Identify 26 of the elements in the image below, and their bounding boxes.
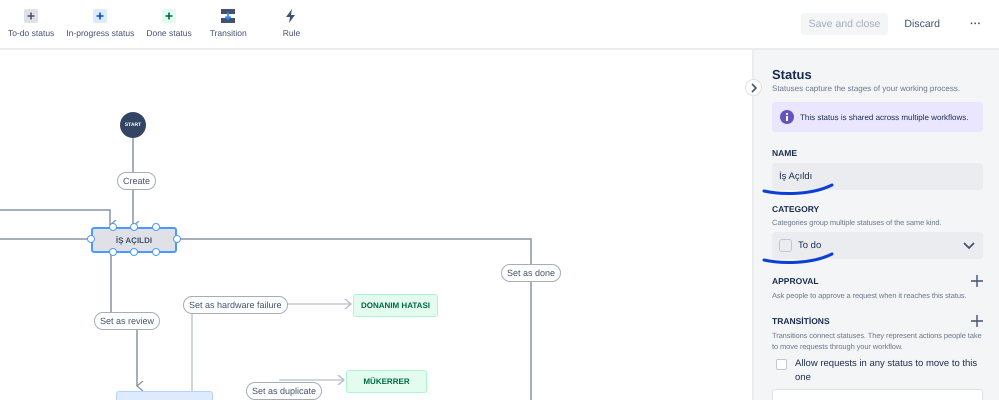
toolbar-button[interactable]: Done status: [144, 0, 194, 38]
field-label: CATEGORY: [772, 204, 820, 214]
panel-title: Status: [772, 67, 813, 83]
transition-label[interactable]: Set as hardware failure: [183, 296, 288, 314]
toolbar-button[interactable]: Transition: [208, 0, 249, 38]
name-field[interactable]: İş Açıldı: [772, 163, 983, 190]
info-text: This status is shared across multiple workflows.: [800, 112, 968, 122]
checkbox-label: Allow requests in any status to move to this one: [795, 357, 978, 385]
dropdown-value: To do: [798, 240, 822, 251]
status-node[interactable]: MÜKERRER: [346, 370, 427, 393]
transition-label[interactable]: Set as done: [501, 264, 562, 282]
category-dropdown[interactable]: To do: [772, 232, 983, 259]
more-button[interactable]: ···: [964, 14, 987, 34]
status-node[interactable]: İŞ AÇILDI: [91, 227, 177, 253]
toolbar-button[interactable]: In-progress status: [64, 0, 136, 38]
transition-label[interactable]: Set as duplicate: [246, 382, 322, 400]
status-node[interactable]: DONANIM HATASI: [353, 294, 438, 317]
section-label: APPROVAL: [772, 276, 819, 286]
panel-subtitle: Statuses capture the stages of your working process.: [772, 84, 962, 93]
transition-label[interactable]: Create: [117, 172, 156, 190]
section-label: TRANSİTİONS: [772, 316, 830, 326]
transition-label[interactable]: Set as review: [94, 312, 160, 330]
discard-button[interactable]: Discard: [894, 13, 950, 35]
toolbar-button[interactable]: Rule: [276, 0, 306, 38]
field-label: NAME: [772, 148, 798, 158]
toolbar-button[interactable]: To-do status: [6, 0, 56, 38]
